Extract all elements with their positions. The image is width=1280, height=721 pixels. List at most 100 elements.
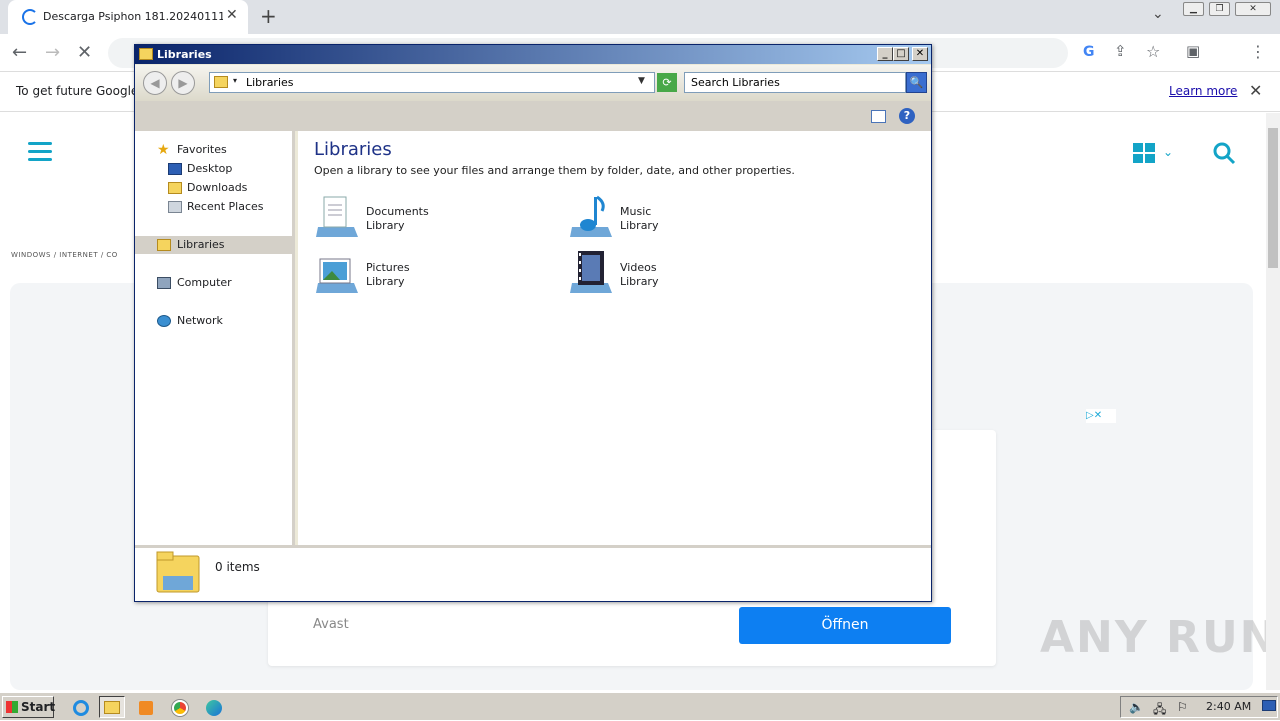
close-tab-icon[interactable]: ✕ [226, 7, 238, 23]
libraries-large-icon [156, 551, 200, 593]
internet-explorer-icon[interactable] [68, 696, 94, 718]
tab-title: Descarga Psiphon 181.20240111 pa [43, 10, 223, 23]
address-field[interactable]: ▾ Libraries ▼ [209, 72, 655, 93]
ad-advertiser: Avast [313, 617, 349, 632]
star-icon: ★ [157, 142, 170, 158]
breadcrumb-arrow-icon[interactable]: ▾ [233, 76, 237, 85]
taskbar: Start 🔈 🖧 ⚐ 2:40 AM [0, 692, 1280, 720]
recent-places-icon [168, 201, 182, 213]
platform-chevron-icon[interactable]: ⌄ [1163, 145, 1173, 159]
restore-browser-button[interactable]: ❐ [1209, 2, 1230, 16]
browser-tab[interactable]: Descarga Psiphon 181.20240111 pa ✕ [8, 0, 248, 34]
share-icon[interactable]: ⇪ [1114, 42, 1127, 60]
back-icon[interactable]: ← [12, 42, 27, 63]
navigation-pane: ★ Favorites Desktop Downloads Recent Pla… [135, 131, 295, 545]
forward-arrow-icon[interactable]: ▶ [171, 71, 195, 95]
nav-network[interactable]: Network [135, 312, 291, 330]
library-pictures[interactable]: Pictures Library [314, 249, 554, 299]
close-browser-button[interactable]: ✕ [1235, 2, 1271, 16]
nav-libraries[interactable]: Libraries [135, 236, 292, 254]
help-icon[interactable]: ? [899, 108, 915, 124]
volume-icon[interactable]: 🔈 [1129, 700, 1144, 714]
maximize-button[interactable]: □ [893, 47, 909, 61]
network-tray-icon[interactable]: 🖧 [1153, 700, 1166, 721]
new-tab-icon[interactable]: + [260, 4, 277, 28]
media-player-icon[interactable] [133, 696, 159, 718]
window-title: Libraries [157, 48, 212, 61]
desktop-icon [168, 163, 182, 175]
infobar-message: To get future Google [16, 84, 139, 98]
library-music[interactable]: Music Library [568, 193, 808, 243]
libraries-icon [214, 76, 228, 88]
downloads-folder-icon [168, 182, 182, 194]
side-panel-icon[interactable]: ▣ [1186, 42, 1200, 60]
show-desktop-icon[interactable] [1262, 700, 1276, 711]
nav-downloads[interactable]: Downloads [135, 179, 291, 197]
libraries-folder-icon [139, 48, 153, 60]
library-name: Documents [366, 205, 429, 218]
command-bar: ? [135, 101, 931, 131]
preview-pane-icon[interactable] [871, 110, 886, 123]
library-type: Library [366, 275, 405, 288]
tab-search-icon[interactable]: ⌄ [1152, 6, 1164, 22]
library-type: Library [366, 219, 405, 232]
adchoices-icon[interactable]: ▷✕ [1086, 409, 1116, 423]
google-icon[interactable]: G [1083, 44, 1095, 60]
libraries-folder-icon [157, 239, 171, 251]
back-arrow-icon[interactable]: ◀ [143, 71, 167, 95]
nav-favorites[interactable]: ★ Favorites [135, 141, 291, 159]
scrollbar-thumb[interactable] [1268, 128, 1278, 268]
library-name: Videos [620, 261, 657, 274]
library-type: Library [620, 219, 659, 232]
clock[interactable]: 2:40 AM [1206, 700, 1251, 713]
search-placeholder: Search Libraries [691, 76, 780, 89]
minimize-button[interactable]: _ [877, 47, 893, 61]
site-search-icon[interactable] [1212, 141, 1236, 168]
library-documents[interactable]: Documents Library [314, 193, 554, 243]
address-dropdown-icon[interactable]: ▼ [638, 76, 645, 86]
windows-logo-icon[interactable] [1133, 143, 1155, 163]
address-text: Libraries [246, 76, 294, 89]
explorer-window: Libraries _ □ ✕ ◀ ▶ ▾ Libraries ▼ ⟳ Sear… [134, 44, 932, 602]
nav-computer[interactable]: Computer [135, 274, 291, 292]
chrome-icon[interactable] [167, 696, 193, 718]
network-icon [157, 315, 171, 327]
minimize-browser-button[interactable]: ▁ [1183, 2, 1204, 16]
menu-kebab-icon[interactable]: ⋮ [1250, 42, 1266, 61]
close-infobar-icon[interactable]: ✕ [1249, 81, 1262, 100]
address-toolbar: ◀ ▶ ▾ Libraries ▼ ⟳ Search Libraries 🔍 [135, 65, 931, 101]
page-title: Libraries [314, 139, 392, 160]
refresh-icon[interactable]: ⟳ [657, 73, 677, 92]
library-name: Pictures [366, 261, 410, 274]
open-ad-button[interactable]: Öffnen [739, 607, 951, 644]
system-tray: 🔈 🖧 ⚐ [1120, 696, 1278, 718]
nav-recent-places[interactable]: Recent Places [135, 198, 291, 216]
search-icon[interactable]: 🔍 [906, 72, 927, 93]
search-field[interactable]: Search Libraries [684, 72, 906, 93]
bookmark-star-icon[interactable]: ☆ [1146, 42, 1160, 61]
close-button[interactable]: ✕ [912, 47, 928, 61]
music-library-icon [570, 195, 612, 237]
pictures-library-icon [316, 258, 358, 293]
hamburger-menu-icon[interactable] [28, 142, 52, 162]
stop-icon[interactable]: ✕ [77, 42, 92, 63]
edge-icon[interactable] [201, 696, 227, 718]
action-center-flag-icon[interactable]: ⚐ [1177, 700, 1188, 714]
details-pane: 0 items [135, 545, 931, 601]
window-titlebar[interactable]: Libraries _ □ ✕ [135, 45, 931, 64]
nav-desktop[interactable]: Desktop [135, 160, 291, 178]
page-subtitle: Open a library to see your files and arr… [314, 164, 795, 177]
watermark: ANY RUN [1040, 612, 1279, 663]
library-name: Music [620, 205, 652, 218]
item-count: 0 items [215, 560, 260, 574]
forward-icon[interactable]: → [45, 42, 60, 63]
computer-icon [157, 277, 171, 289]
library-videos[interactable]: Videos Library [568, 249, 808, 299]
content-area: Libraries Open a library to see your fil… [298, 131, 931, 545]
start-button[interactable]: Start [2, 696, 55, 718]
breadcrumb[interactable]: WINDOWS / INTERNET / CO [11, 251, 118, 259]
explorer-taskbar-icon[interactable] [99, 696, 125, 718]
learn-more-link[interactable]: Learn more [1169, 84, 1237, 98]
documents-library-icon [316, 196, 358, 237]
videos-library-icon [570, 251, 612, 293]
